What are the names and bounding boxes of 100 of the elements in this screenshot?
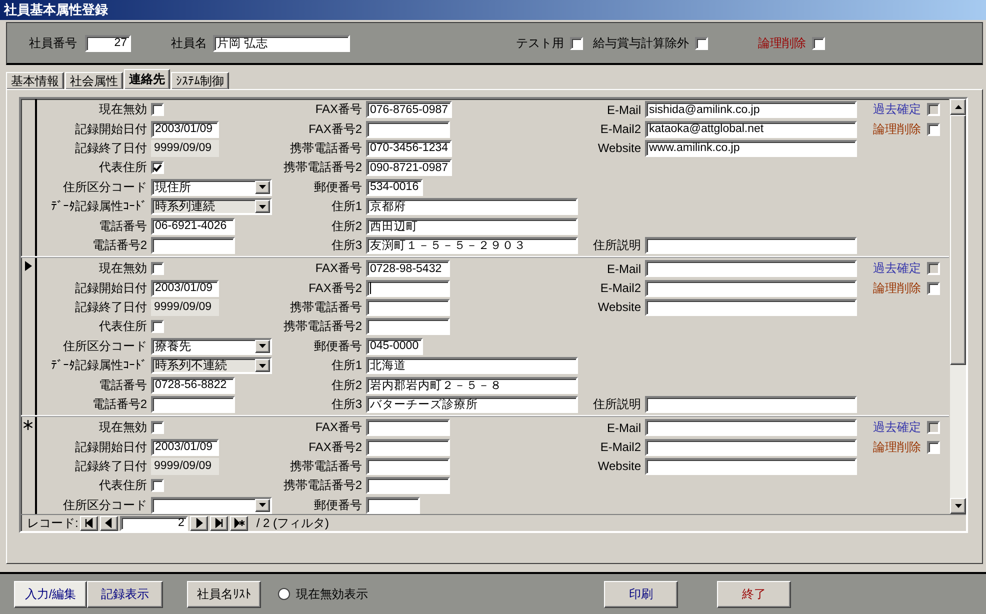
field-label: FAX番号2	[308, 438, 362, 456]
text-field[interactable]	[645, 419, 857, 436]
record-selector[interactable]	[21, 417, 37, 514]
record-number-field[interactable]: 2	[120, 516, 188, 530]
text-field[interactable]	[366, 120, 450, 138]
text-field[interactable]	[645, 236, 857, 254]
text-field[interactable]: kataoka@attglobal.net	[645, 120, 857, 138]
radio-label: 現在無効表示	[296, 586, 368, 602]
toggle-button[interactable]: 入力/編集	[14, 580, 87, 608]
field-label: 記録開始日付	[75, 438, 147, 456]
exit-button[interactable]: 終了	[717, 580, 791, 608]
text-field[interactable]	[645, 438, 857, 456]
field-label: 郵便番号	[314, 338, 362, 355]
text-field[interactable]: 070-3456-1234	[366, 140, 452, 157]
text-field[interactable]: 岩内郡岩内町２－５－８	[366, 376, 578, 394]
checkbox[interactable]	[695, 36, 708, 50]
employee-list-button[interactable]: 社員名ﾘｽﾄ	[187, 580, 261, 608]
next-record-button[interactable]	[190, 516, 208, 530]
field-label: 社員名	[171, 34, 207, 52]
field-label: 記録終了日付	[75, 298, 147, 316]
field-label: FAX番号2	[308, 280, 362, 297]
field-label: 住所1	[331, 357, 362, 374]
dropdown-field[interactable]: 時系列不連続	[151, 357, 272, 374]
field-label: 住所説明	[593, 396, 641, 413]
text-field[interactable]	[366, 496, 420, 514]
date-field[interactable]: 2003/01/09	[151, 120, 219, 138]
checkbox[interactable]	[927, 440, 940, 454]
checkbox[interactable]	[927, 282, 940, 295]
text-field[interactable]	[151, 396, 235, 413]
tab[interactable]: ｼｽﾃﾑ制御	[171, 72, 229, 89]
text-field[interactable]	[151, 236, 235, 254]
text-field[interactable]	[366, 318, 450, 336]
checkbox[interactable]	[151, 421, 164, 434]
dropdown-field[interactable]: 時系列連続	[151, 198, 272, 216]
checkbox[interactable]	[151, 320, 164, 334]
text-field[interactable]: 西田辺町	[366, 218, 578, 235]
field-label: 記録開始日付	[75, 280, 147, 297]
text-field[interactable]: 076-8765-0987	[366, 101, 452, 118]
text-field[interactable]: www.amilink.co.jp	[645, 140, 857, 157]
text-field[interactable]	[645, 396, 857, 413]
text-field[interactable]: 京都府	[366, 198, 578, 216]
text-field[interactable]	[645, 260, 857, 278]
field-label: 社員番号	[29, 34, 77, 52]
checkbox[interactable]	[151, 103, 164, 116]
text-field[interactable]: 534-0016	[366, 178, 423, 196]
text-field[interactable]: 友渕町１－５－５－２９０３	[366, 236, 578, 254]
employee-name-field[interactable]: 片岡 弘志	[213, 34, 350, 52]
record-count: / 2 (フィルタ)	[256, 514, 330, 532]
text-field[interactable]	[366, 477, 450, 494]
tab[interactable]: 社会属性	[65, 72, 123, 89]
text-field[interactable]	[645, 458, 857, 475]
dropdown-field[interactable]	[151, 496, 272, 514]
navigator-label: レコード:	[27, 514, 78, 532]
text-field[interactable]: 0728-98-5432	[366, 260, 450, 278]
tab[interactable]: 基本情報	[6, 72, 64, 89]
toggle-button[interactable]: 記録表示	[87, 580, 163, 608]
date-field[interactable]: 2003/01/09	[151, 280, 219, 297]
dropdown-field[interactable]: 現住所	[151, 178, 272, 196]
field-label: E-Mail	[606, 102, 641, 117]
field-label: 電話番号	[99, 218, 147, 235]
field-label: 住所3	[331, 396, 362, 413]
checkbox[interactable]	[151, 479, 164, 492]
checkbox[interactable]	[151, 161, 164, 174]
text-field[interactable]: 090-8721-0987	[366, 159, 452, 176]
employee-number-field[interactable]: 27	[85, 34, 131, 52]
text-field[interactable]: 北海道	[366, 357, 578, 374]
last-record-button[interactable]	[210, 516, 228, 530]
text-field[interactable]	[645, 280, 857, 297]
text-field[interactable]	[366, 280, 450, 297]
scrollbar[interactable]	[949, 99, 966, 514]
new-record-button[interactable]	[230, 516, 248, 530]
last-record-icon	[214, 518, 225, 528]
previous-record-button[interactable]	[100, 516, 118, 530]
text-field[interactable]: 0728-56-8822	[151, 376, 235, 394]
text-field[interactable]	[366, 458, 450, 475]
text-field[interactable]	[366, 438, 450, 456]
text-field[interactable]	[366, 298, 450, 316]
text-field[interactable]	[645, 298, 857, 316]
print-button[interactable]: 印刷	[604, 580, 678, 608]
checkbox[interactable]	[812, 36, 825, 50]
tab[interactable]: 連絡先	[124, 69, 170, 89]
radio-button[interactable]	[278, 588, 290, 600]
text-field[interactable]: 045-0000	[366, 338, 423, 355]
field-label: 電話番号	[99, 376, 147, 394]
field-label: 住所3	[331, 236, 362, 254]
text-field[interactable]: 06-6921-4026	[151, 218, 235, 235]
field-label: FAX番号2	[308, 120, 362, 138]
field-label: 電話番号2	[92, 396, 147, 413]
date-field[interactable]: 2003/01/09	[151, 438, 219, 456]
checkbox[interactable]	[570, 36, 583, 50]
text-field[interactable]	[366, 419, 450, 436]
checkbox-label: 給与賞与計算除外	[593, 34, 689, 52]
checkbox[interactable]	[151, 262, 164, 276]
text-field[interactable]: バターチーズ診療所	[366, 396, 578, 413]
field-label: Website	[598, 300, 641, 314]
checkbox[interactable]	[927, 122, 940, 136]
dropdown-field[interactable]: 療養先	[151, 338, 272, 355]
caret-icon	[259, 185, 266, 190]
text-field[interactable]: sishida@amilink.co.jp	[645, 101, 857, 118]
first-record-button[interactable]	[80, 516, 98, 530]
